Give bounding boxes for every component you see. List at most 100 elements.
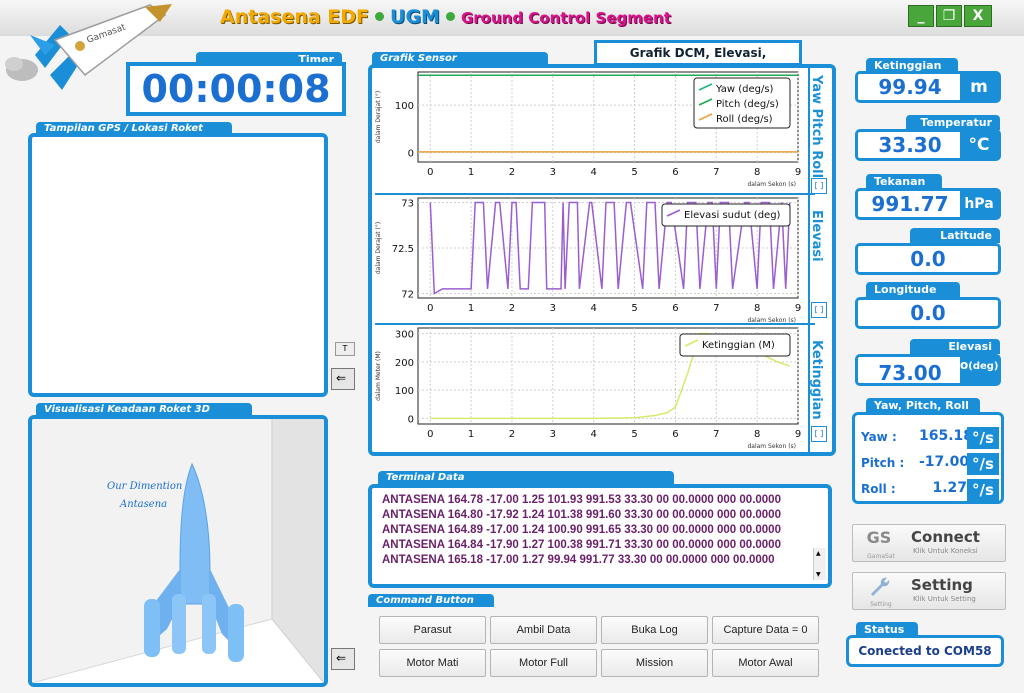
y-tick-label: 100 <box>395 101 414 112</box>
title-gcs: Ground Control Segment <box>460 9 671 27</box>
elevasi-label: Elevasi <box>910 339 1000 354</box>
side-label-ketinggian: Ketinggian <box>809 340 824 420</box>
motor-awal-button[interactable]: Motor Awal <box>712 649 819 677</box>
rocket-3d-panel[interactable]: Our Dimention Antasena <box>28 415 328 687</box>
y-tick-label: 100 <box>395 386 414 397</box>
viz-caption-2: Antasena <box>119 499 167 510</box>
x-tick-label: 4 <box>591 429 597 440</box>
legend-entry: Ketinggian (M) <box>702 340 775 351</box>
yaw-label: Yaw : <box>861 430 897 444</box>
pitch-unit: °/s <box>967 453 999 475</box>
x-tick-label: 3 <box>550 167 556 178</box>
gps-t-button[interactable]: T <box>335 342 355 356</box>
pitch-row: Pitch : -17.00 °/s <box>861 453 999 475</box>
x-tick-label: 6 <box>672 303 678 314</box>
roll-unit: °/s <box>967 479 999 501</box>
longitude-value: 0.0 <box>910 301 946 325</box>
chart-ypr: 0 1 2 3 4 5 6 7 8 9 100 0 dalam Derajat (°) dalam Sek… <box>375 71 801 188</box>
ketinggian-value: 99.94 <box>878 75 942 99</box>
x-tick-label: 3 <box>550 303 556 314</box>
capture-data-button[interactable]: Capture Data = 0 <box>712 616 819 644</box>
terminal-tab: Terminal Data <box>378 471 674 484</box>
temperatur-label: Temperatur <box>906 115 1000 130</box>
tekanan-readout: 991.77 hPa <box>855 188 1001 220</box>
y-tick-label: 73 <box>401 199 414 210</box>
x-axis-label: dalam Sekon (s) <box>747 181 796 188</box>
x-tick-label: 2 <box>509 167 515 178</box>
gps-back-button[interactable]: ⇐ <box>331 368 355 390</box>
terminal-line: ANTASENA 165.18 -17.00 1.27 99.94 991.77… <box>382 554 775 566</box>
scroll-up-icon[interactable]: ▲ <box>816 550 821 557</box>
close-button[interactable]: X <box>964 5 992 27</box>
scroll-down-icon[interactable]: ▼ <box>816 571 821 578</box>
longitude-readout: 0.0 <box>855 297 1001 329</box>
setting-sub: Klik Untuk Setting <box>913 595 976 603</box>
arrow-left-icon: ⇐ <box>336 371 347 385</box>
legend-entry: Elevasi sudut (deg) <box>684 210 781 221</box>
side-label-ypr: Yaw Pitch Roll <box>809 75 824 179</box>
y-tick-label: 0 <box>408 149 414 160</box>
y-tick-label: 300 <box>395 330 414 341</box>
temperatur-unit: °C <box>960 132 998 158</box>
expand-elevasi-button[interactable]: [ ] <box>811 302 827 318</box>
ypr-readout-panel: Yaw : 165.18 °/s Pitch : -17.00 °/s Roll… <box>852 412 1004 504</box>
timer-display: 00:00:08 <box>126 62 346 116</box>
ypr-label: Yaw, Pitch, Roll <box>866 398 980 413</box>
x-tick-label: 9 <box>795 429 801 440</box>
y-tick-label: 0 <box>408 414 414 425</box>
setting-label: Setting <box>911 576 973 594</box>
setting-button[interactable]: Setting Setting Klik Untuk Setting <box>852 572 1006 610</box>
viz-back-button[interactable]: ⇐ <box>331 648 355 670</box>
roll-label: Roll : <box>861 482 896 496</box>
x-tick-label: 5 <box>631 303 637 314</box>
connect-label: Connect <box>911 528 980 546</box>
x-tick-label: 5 <box>631 429 637 440</box>
connect-button[interactable]: GS GamaSat Connect Klik Untuk Koneksi <box>852 524 1006 562</box>
ambil-data-button[interactable]: Ambil Data <box>490 616 597 644</box>
minimize-button[interactable]: _ <box>908 5 934 27</box>
title-dot-1 <box>375 12 385 21</box>
x-tick-label: 8 <box>754 303 760 314</box>
x-tick-label: 1 <box>468 167 474 178</box>
motor-full-button[interactable]: Motor Full <box>490 649 597 677</box>
maximize-button[interactable]: ❐ <box>936 5 962 27</box>
expand-ketinggian-button[interactable]: [ ] <box>811 426 827 442</box>
y-tick-label: 200 <box>395 358 414 369</box>
elevasi-readout: 73.00 o(deg) <box>855 354 1001 386</box>
chart-ketinggian: 0 1 2 3 4 5 6 7 8 9 300 200 100 0 dalam Meter (M) dalam… <box>375 327 801 450</box>
pitch-value: -17.00 <box>919 454 970 470</box>
title-antasena: Antasena EDF <box>220 6 370 28</box>
parasut-button[interactable]: Parasut <box>379 616 486 644</box>
mission-button[interactable]: Mission <box>601 649 708 677</box>
x-axis-label: dalam Sekon (s) <box>747 317 796 324</box>
legend-entry: Roll (deg/s) <box>716 114 773 125</box>
yaw-unit: °/s <box>967 427 999 449</box>
x-tick-label: 4 <box>591 167 597 178</box>
x-tick-label: 0 <box>427 167 433 178</box>
y-axis-label: dalam Meter (M) <box>375 351 382 401</box>
expand-ypr-button[interactable]: [ ] <box>811 178 827 194</box>
motor-mati-button[interactable]: Motor Mati <box>379 649 486 677</box>
elevasi-unit: o(deg) <box>960 357 999 383</box>
x-tick-label: 1 <box>468 429 474 440</box>
terminal-lines: ANTASENA 164.78 -17.00 1.25 101.93 991.5… <box>382 493 781 568</box>
terminal-scrollbar[interactable]: ▲ ▼ <box>813 548 826 580</box>
x-tick-label: 1 <box>468 303 474 314</box>
arrow-left-icon: ⇐ <box>336 651 347 665</box>
terminal-line: ANTASENA 164.78 -17.00 1.25 101.93 991.5… <box>382 494 781 506</box>
side-label-elevasi: Elevasi <box>809 210 824 262</box>
terminal-line: ANTASENA 164.84 -17.90 1.27 100.38 991.7… <box>382 539 781 551</box>
x-tick-label: 7 <box>713 167 719 178</box>
x-tick-label: 4 <box>591 303 597 314</box>
buka-log-button[interactable]: Buka Log <box>601 616 708 644</box>
gps-map-panel[interactable] <box>28 133 328 397</box>
y-tick-label: 72 <box>401 289 414 300</box>
title-ugm: UGM <box>390 6 440 28</box>
elevasi-value: 73.00 <box>878 361 942 385</box>
x-tick-label: 3 <box>550 429 556 440</box>
commands-tab: Command Button <box>368 594 494 607</box>
yaw-row: Yaw : 165.18 °/s <box>861 427 999 449</box>
gamasat-caption: GamaSat <box>867 553 895 560</box>
legend-entry: Yaw (deg/s) <box>715 84 774 95</box>
terminal-panel[interactable]: ANTASENA 164.78 -17.00 1.25 101.93 991.5… <box>368 484 832 588</box>
